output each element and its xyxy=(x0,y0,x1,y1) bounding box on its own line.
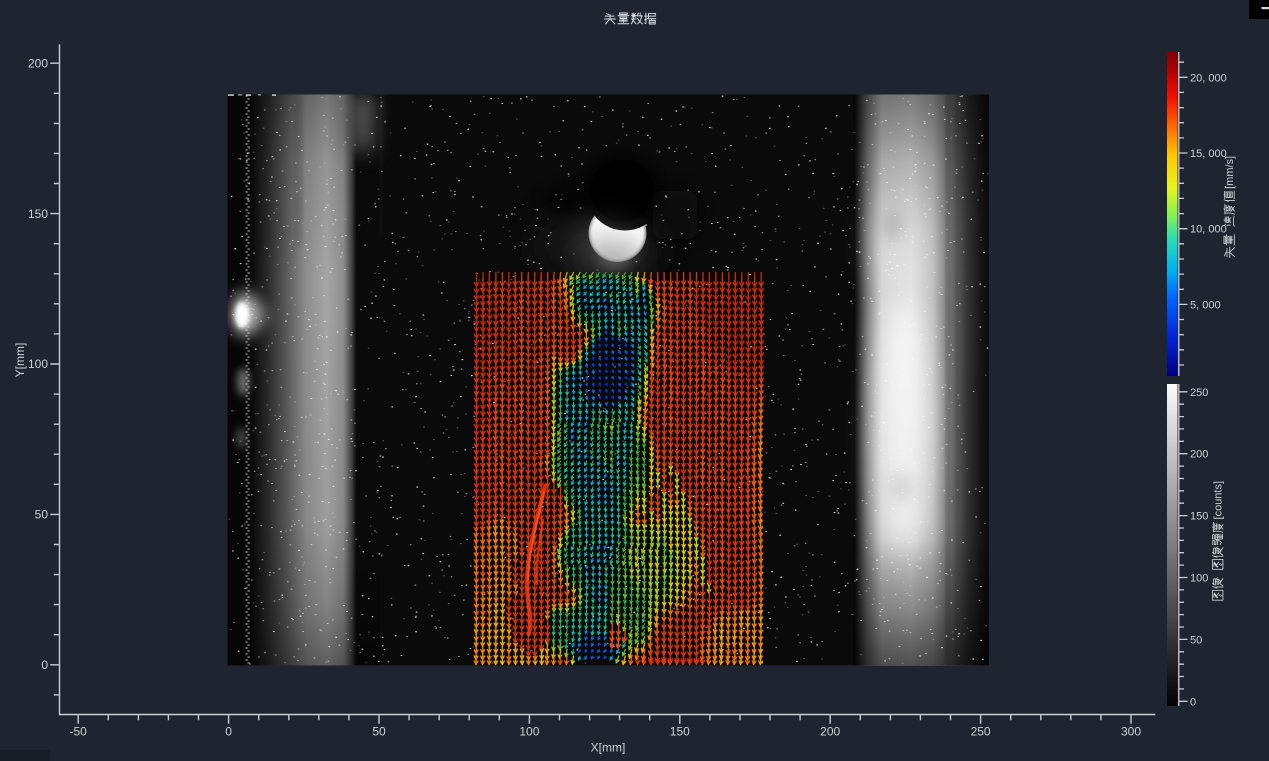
svg-text:100: 100 xyxy=(1190,573,1208,585)
svg-text:0: 0 xyxy=(41,658,48,672)
svg-text:200: 200 xyxy=(1190,449,1208,461)
svg-text:Y[mm]: Y[mm] xyxy=(13,343,27,378)
svg-text:250: 250 xyxy=(1190,387,1208,399)
svg-text:250: 250 xyxy=(971,725,991,739)
svg-text:100: 100 xyxy=(28,357,48,371)
svg-text:15, 000: 15, 000 xyxy=(1190,148,1227,160)
svg-text:50: 50 xyxy=(35,508,49,522)
svg-text:200: 200 xyxy=(28,56,48,70)
svg-text:[mm/s]: [mm/s] xyxy=(1224,156,1236,189)
svg-text:20, 000: 20, 000 xyxy=(1190,72,1227,84)
svg-text:0: 0 xyxy=(1190,696,1196,708)
svg-text:5, 000: 5, 000 xyxy=(1190,299,1221,311)
svg-text:50: 50 xyxy=(1190,634,1202,646)
svg-text:[counts]: [counts] xyxy=(1212,481,1224,520)
svg-text:150: 150 xyxy=(670,725,690,739)
svg-text:100: 100 xyxy=(519,725,539,739)
svg-text:X[mm]: X[mm] xyxy=(591,741,626,755)
svg-text:-50: -50 xyxy=(70,725,88,739)
svg-text:200: 200 xyxy=(820,725,840,739)
svg-text:300: 300 xyxy=(1121,725,1141,739)
svg-text:10, 000: 10, 000 xyxy=(1190,224,1227,236)
svg-text:150: 150 xyxy=(1190,511,1208,523)
svg-text:50: 50 xyxy=(372,725,386,739)
svg-text:150: 150 xyxy=(28,207,48,221)
svg-text:0: 0 xyxy=(225,725,232,739)
